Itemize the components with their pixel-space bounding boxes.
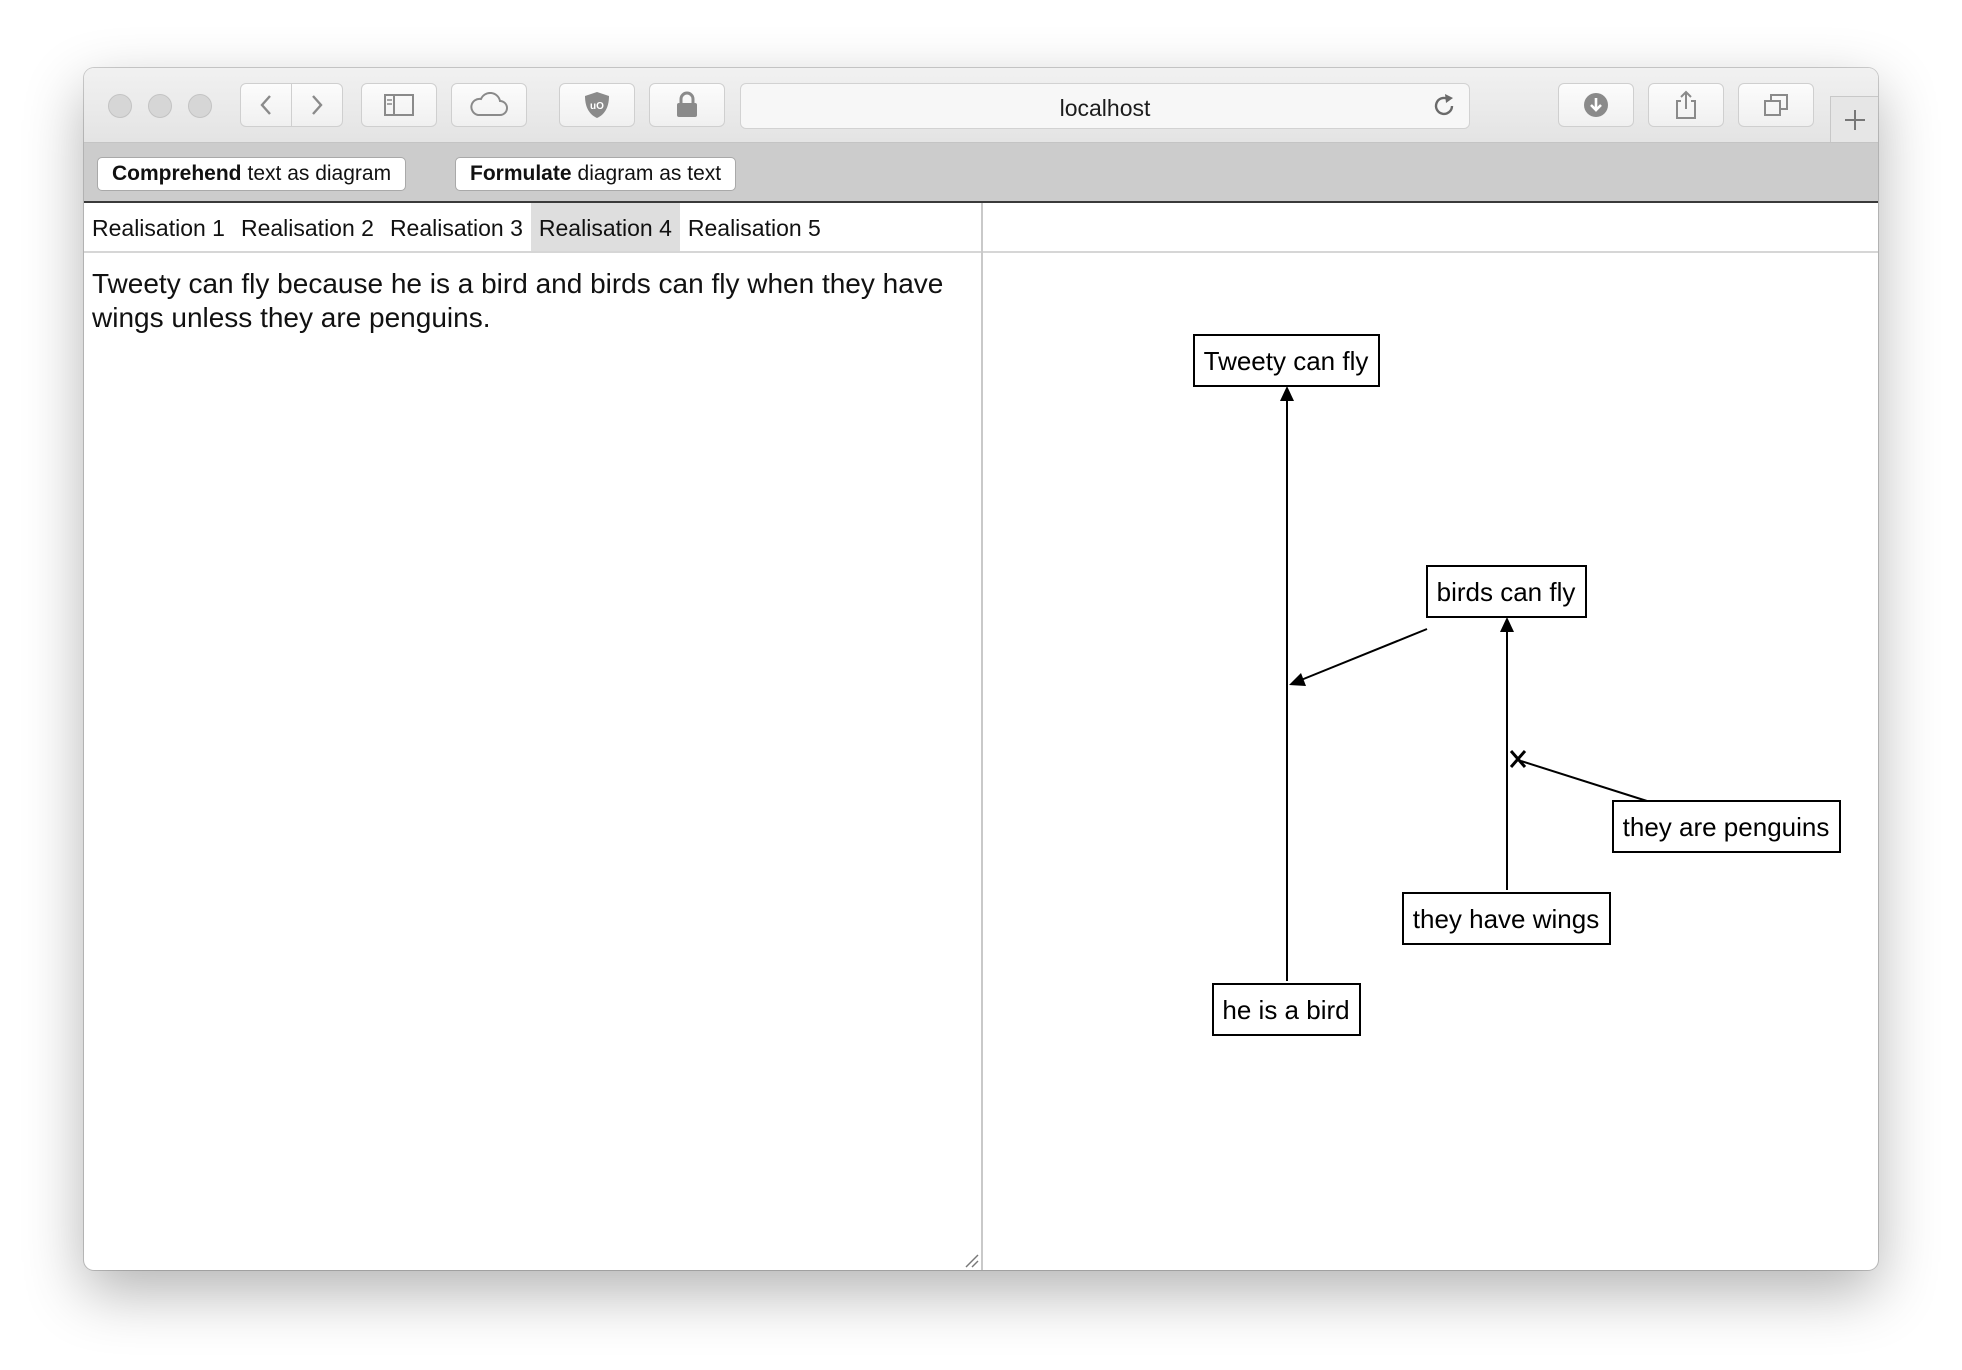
comprehend-button[interactable]: Comprehend text as diagram <box>97 157 407 191</box>
lock-extension-button[interactable] <box>649 83 725 127</box>
chevron-left-icon <box>260 95 271 115</box>
tab-realisation-4[interactable]: Realisation 4 <box>530 203 680 251</box>
url-text: localhost <box>1059 95 1151 121</box>
lock-icon <box>677 91 697 117</box>
comprehend-button-bold-label: Comprehend <box>112 162 242 185</box>
diagram-tab-bar <box>983 203 1878 253</box>
formulate-button[interactable]: Formulate diagram as text <box>455 157 737 191</box>
edge-birds-to-warrant <box>1300 628 1428 681</box>
tab-realisation-1[interactable]: Realisation 1 <box>84 203 233 251</box>
tab-realisation-3[interactable]: Realisation 3 <box>382 203 531 251</box>
formulate-button-label: diagram as text <box>577 162 722 185</box>
formulate-button-bold-label: Formulate <box>470 162 572 185</box>
browser-toolbar: uO localhost <box>84 68 1878 143</box>
close-window-button[interactable] <box>108 94 132 118</box>
forward-button[interactable] <box>291 83 343 127</box>
new-tab-button[interactable] <box>1830 96 1878 142</box>
arrowhead-warrant-icon <box>1289 673 1306 686</box>
node-he-is-a-bird[interactable]: he is a bird <box>1212 983 1361 1036</box>
show-tabs-button[interactable] <box>1738 83 1814 127</box>
text-pane: Realisation 1 Realisation 2 Realisation … <box>84 203 983 1270</box>
ublock-extension-button[interactable]: uO <box>559 83 635 127</box>
node-penguins-label: they are penguins <box>1623 812 1830 842</box>
zoom-window-button[interactable] <box>188 94 212 118</box>
node-they-are-penguins[interactable]: they are penguins <box>1612 800 1841 853</box>
node-tweety-can-fly[interactable]: Tweety can fly <box>1193 334 1380 387</box>
node-wings-label: they have wings <box>1413 904 1599 934</box>
browser-window: uO localhost Comprehend text as diagram F… <box>84 68 1878 1270</box>
sidebar-icon <box>384 94 414 116</box>
resize-grip-icon[interactable] <box>963 1252 979 1268</box>
node-birds-can-fly[interactable]: birds can fly <box>1426 565 1587 618</box>
arrowhead-birds-icon <box>1500 617 1514 632</box>
arrowhead-tweety-icon <box>1280 386 1294 401</box>
tabs-overview-icon <box>1764 94 1788 116</box>
comprehend-button-label: text as diagram <box>247 162 392 185</box>
node-tweety-label: Tweety can fly <box>1204 346 1369 376</box>
minimize-window-button[interactable] <box>148 94 172 118</box>
chevron-right-icon <box>312 95 323 115</box>
diagram-pane: Tweety can fly birds can fly they are pe… <box>983 203 1878 1270</box>
downloads-button[interactable] <box>1558 83 1634 127</box>
plus-icon <box>1844 109 1865 130</box>
command-bar: Comprehend text as diagram Formulate diagr… <box>84 143 1878 203</box>
download-icon <box>1584 93 1608 117</box>
sidebar-button[interactable] <box>361 83 437 127</box>
node-birds-label: birds can fly <box>1437 577 1576 607</box>
tab-realisation-2[interactable]: Realisation 2 <box>233 203 382 251</box>
realisation-tabs: Realisation 1 Realisation 2 Realisation … <box>84 203 981 253</box>
icloud-tabs-button[interactable] <box>451 83 527 127</box>
argument-diagram: Tweety can fly birds can fly they are pe… <box>1193 334 1841 1036</box>
back-button[interactable] <box>240 83 292 127</box>
cloud-icon <box>470 92 508 116</box>
share-button[interactable] <box>1648 83 1724 127</box>
argument-text-area[interactable]: Tweety can fly because he is a bird and … <box>92 267 953 335</box>
shield-icon: uO <box>585 92 609 118</box>
tab-realisation-5[interactable]: Realisation 5 <box>680 203 829 251</box>
svg-text:uO: uO <box>590 101 604 112</box>
address-bar[interactable]: localhost <box>740 83 1470 129</box>
node-they-have-wings[interactable]: they have wings <box>1402 892 1611 945</box>
reload-icon[interactable] <box>1429 91 1459 121</box>
edge-penguins-undercut <box>1520 760 1648 802</box>
undercut-cross-icon <box>1509 750 1527 768</box>
share-icon <box>1676 90 1696 119</box>
node-bird-label: he is a bird <box>1222 995 1349 1025</box>
